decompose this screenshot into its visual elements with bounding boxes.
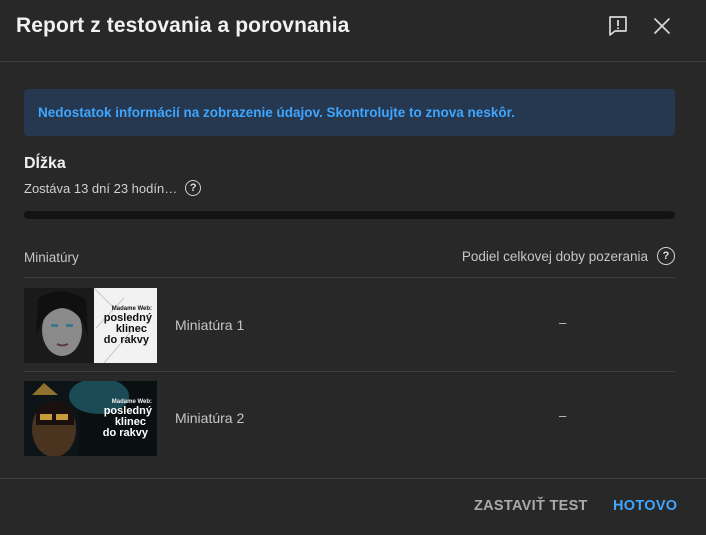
info-banner-text: Nedostatok informácií na zobrazenie údaj… — [38, 105, 515, 120]
test-progress-bar — [24, 211, 675, 219]
stop-test-button[interactable]: ZASTAVIŤ TEST — [474, 498, 588, 514]
info-banner: Nedostatok informácií na zobrazenie údaj… — [24, 89, 675, 136]
column-header-share: Podiel celkovej doby pozerania ? — [462, 247, 675, 265]
thumbnail-image-2: Madame Web: posledný klinec do rakvy — [24, 381, 157, 456]
feedback-icon — [609, 16, 627, 36]
thumbnail-name: Miniatúra 1 — [175, 317, 245, 333]
dialog-header: Report z testovania a porovnania — [0, 0, 706, 62]
help-icon[interactable]: ? — [657, 247, 675, 265]
table-header: Miniatúry Podiel celkovej doby pozerania… — [24, 240, 675, 278]
length-title: Dĺžka — [24, 155, 66, 172]
column-header-share-label: Podiel celkovej doby pozerania — [461, 248, 648, 264]
thumbnail-name: Miniatúra 2 — [175, 410, 245, 426]
column-header-thumbnails: Miniatúry — [24, 250, 79, 265]
dialog-title: Report z testovania a porovnania — [16, 14, 350, 37]
close-icon — [654, 18, 670, 34]
done-button[interactable]: HOTOVO — [613, 498, 677, 514]
dialog-footer: ZASTAVIŤ TEST HOTOVO — [0, 478, 706, 535]
thumbnail-overlay-line: do rakvy — [104, 334, 150, 346]
thumbnail-image-1: Madame Web: posledný klinec do rakvy — [24, 288, 157, 363]
help-icon[interactable]: ? — [185, 180, 202, 196]
table-row: Madame Web: posledný klinec do rakvy Min… — [24, 372, 675, 465]
thumbnail-share-value: – — [559, 408, 567, 423]
thumbnail-share-value: – — [559, 315, 567, 330]
remaining-row: Zostáva 13 dní 23 hodín… ? — [24, 178, 202, 198]
table-row: Madame Web: posledný klinec do rakvy Min… — [24, 279, 675, 372]
test-report-dialog: Report z testovania a porovnania Nedosta… — [0, 0, 706, 535]
feedback-button[interactable] — [604, 12, 632, 40]
thumbnail-overlay-line: do rakvy — [103, 427, 149, 439]
close-button[interactable] — [648, 12, 676, 40]
remaining-time: Zostáva 13 dní 23 hodín… — [24, 180, 178, 196]
